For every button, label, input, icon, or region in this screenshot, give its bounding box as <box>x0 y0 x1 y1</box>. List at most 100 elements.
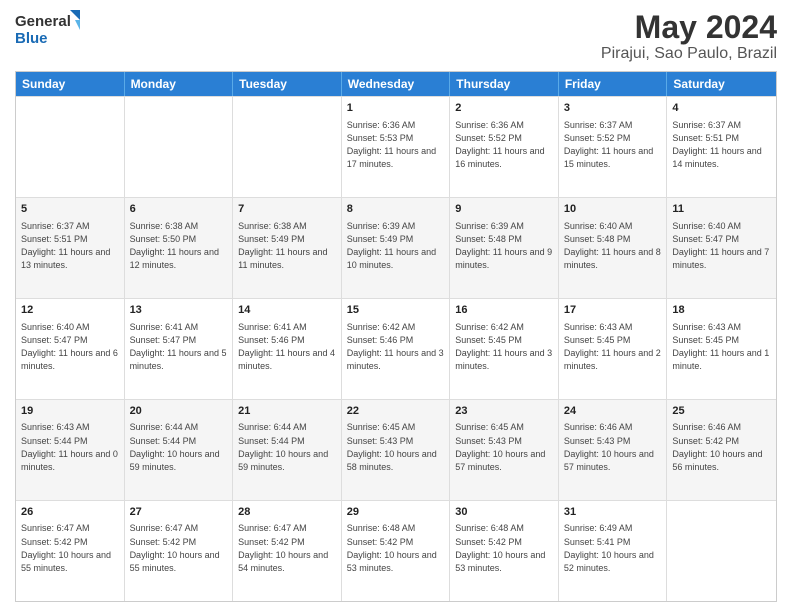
day-info: Sunrise: 6:36 AM Sunset: 5:53 PM Dayligh… <box>347 119 445 171</box>
day-info: Sunrise: 6:38 AM Sunset: 5:49 PM Dayligh… <box>238 220 336 272</box>
calendar-day-cell: 7 Sunrise: 6:38 AM Sunset: 5:49 PM Daylig… <box>233 198 342 298</box>
svg-text:General: General <box>15 13 71 30</box>
cal-row: 5 Sunrise: 6:37 AM Sunset: 5:51 PM Daylig… <box>16 197 776 298</box>
day-info: Sunrise: 6:47 AM Sunset: 5:42 PM Dayligh… <box>130 522 228 574</box>
page: GeneralBlue May 2024 Pirajui, Sao Paulo,… <box>0 0 792 612</box>
day-number: 9 <box>455 202 553 217</box>
day-number: 17 <box>564 303 662 318</box>
cal-header-cell: Wednesday <box>342 72 451 96</box>
day-number: 5 <box>21 202 119 217</box>
calendar-day-cell: 26 Sunrise: 6:47 AM Sunset: 5:42 PM Dayli… <box>16 501 125 601</box>
day-number: 1 <box>347 101 445 116</box>
calendar-day-cell: 10Sunrise: 6:40 AM Sunset: 5:48 PM Dayli… <box>559 198 668 298</box>
empty-cell <box>233 97 342 197</box>
calendar-day-cell: 17Sunrise: 6:43 AM Sunset: 5:45 PM Dayli… <box>559 299 668 399</box>
day-info: Sunrise: 6:40 AM Sunset: 5:48 PM Dayligh… <box>564 220 662 272</box>
day-number: 20 <box>130 404 228 419</box>
cal-row: 19 Sunrise: 6:43 AM Sunset: 5:44 PM Dayli… <box>16 399 776 500</box>
title-block: May 2024 Pirajui, Sao Paulo, Brazil <box>601 10 777 63</box>
day-number: 11 <box>672 202 771 217</box>
day-info: Sunrise: 6:45 AM Sunset: 5:43 PM Dayligh… <box>455 421 553 473</box>
cal-header-cell: Saturday <box>667 72 776 96</box>
day-info: Sunrise: 6:42 AM Sunset: 5:46 PM Dayligh… <box>347 321 445 373</box>
calendar-body: 1 Sunrise: 6:36 AM Sunset: 5:53 PM Daylig… <box>16 96 776 601</box>
calendar-day-cell: 28 Sunrise: 6:47 AM Sunset: 5:42 PM Dayli… <box>233 501 342 601</box>
calendar-day-cell: 25 Sunrise: 6:46 AM Sunset: 5:42 PM Dayli… <box>667 400 776 500</box>
subtitle: Pirajui, Sao Paulo, Brazil <box>601 45 777 63</box>
day-info: Sunrise: 6:44 AM Sunset: 5:44 PM Dayligh… <box>238 421 336 473</box>
day-number: 13 <box>130 303 228 318</box>
day-number: 31 <box>564 505 662 520</box>
calendar: SundayMondayTuesdayWednesdayThursdayFrid… <box>15 71 777 602</box>
day-number: 25 <box>672 404 771 419</box>
day-number: 28 <box>238 505 336 520</box>
day-number: 23 <box>455 404 553 419</box>
calendar-day-cell: 31 Sunrise: 6:49 AM Sunset: 5:41 PM Dayli… <box>559 501 668 601</box>
day-info: Sunrise: 6:37 AM Sunset: 5:52 PM Dayligh… <box>564 119 662 171</box>
calendar-day-cell: 21 Sunrise: 6:44 AM Sunset: 5:44 PM Dayli… <box>233 400 342 500</box>
day-number: 26 <box>21 505 119 520</box>
day-info: Sunrise: 6:36 AM Sunset: 5:52 PM Dayligh… <box>455 119 553 171</box>
svg-text:Blue: Blue <box>15 30 48 46</box>
day-info: Sunrise: 6:37 AM Sunset: 5:51 PM Dayligh… <box>21 220 119 272</box>
day-info: Sunrise: 6:38 AM Sunset: 5:50 PM Dayligh… <box>130 220 228 272</box>
cal-row: 26 Sunrise: 6:47 AM Sunset: 5:42 PM Dayli… <box>16 500 776 601</box>
calendar-day-cell: 13 Sunrise: 6:41 AM Sunset: 5:47 PM Dayli… <box>125 299 234 399</box>
day-number: 22 <box>347 404 445 419</box>
main-title: May 2024 <box>601 10 777 45</box>
empty-cell <box>16 97 125 197</box>
cal-header-cell: Tuesday <box>233 72 342 96</box>
calendar-day-cell: 2Sunrise: 6:36 AM Sunset: 5:52 PM Daylig… <box>450 97 559 197</box>
day-number: 16 <box>455 303 553 318</box>
calendar-day-cell: 16 Sunrise: 6:42 AM Sunset: 5:45 PM Dayli… <box>450 299 559 399</box>
calendar-day-cell: 5 Sunrise: 6:37 AM Sunset: 5:51 PM Daylig… <box>16 198 125 298</box>
calendar-day-cell: 4 Sunrise: 6:37 AM Sunset: 5:51 PM Daylig… <box>667 97 776 197</box>
day-info: Sunrise: 6:47 AM Sunset: 5:42 PM Dayligh… <box>21 522 119 574</box>
day-info: Sunrise: 6:47 AM Sunset: 5:42 PM Dayligh… <box>238 522 336 574</box>
day-number: 12 <box>21 303 119 318</box>
calendar-day-cell: 12 Sunrise: 6:40 AM Sunset: 5:47 PM Dayli… <box>16 299 125 399</box>
calendar-day-cell: 9 Sunrise: 6:39 AM Sunset: 5:48 PM Daylig… <box>450 198 559 298</box>
header: GeneralBlue May 2024 Pirajui, Sao Paulo,… <box>15 10 777 63</box>
day-info: Sunrise: 6:49 AM Sunset: 5:41 PM Dayligh… <box>564 522 662 574</box>
day-info: Sunrise: 6:42 AM Sunset: 5:45 PM Dayligh… <box>455 321 553 373</box>
day-info: Sunrise: 6:40 AM Sunset: 5:47 PM Dayligh… <box>21 321 119 373</box>
cal-row: 1 Sunrise: 6:36 AM Sunset: 5:53 PM Daylig… <box>16 96 776 197</box>
logo-icon: GeneralBlue <box>15 10 85 46</box>
calendar-day-cell: 23 Sunrise: 6:45 AM Sunset: 5:43 PM Dayli… <box>450 400 559 500</box>
day-info: Sunrise: 6:41 AM Sunset: 5:47 PM Dayligh… <box>130 321 228 373</box>
cal-header-cell: Monday <box>125 72 234 96</box>
day-info: Sunrise: 6:41 AM Sunset: 5:46 PM Dayligh… <box>238 321 336 373</box>
day-number: 19 <box>21 404 119 419</box>
day-info: Sunrise: 6:37 AM Sunset: 5:51 PM Dayligh… <box>672 119 771 171</box>
empty-cell <box>667 501 776 601</box>
calendar-day-cell: 8Sunrise: 6:39 AM Sunset: 5:49 PM Daylig… <box>342 198 451 298</box>
day-info: Sunrise: 6:48 AM Sunset: 5:42 PM Dayligh… <box>347 522 445 574</box>
calendar-day-cell: 11 Sunrise: 6:40 AM Sunset: 5:47 PM Dayli… <box>667 198 776 298</box>
day-number: 21 <box>238 404 336 419</box>
logo: GeneralBlue <box>15 10 85 46</box>
day-info: Sunrise: 6:46 AM Sunset: 5:43 PM Dayligh… <box>564 421 662 473</box>
day-number: 7 <box>238 202 336 217</box>
day-info: Sunrise: 6:46 AM Sunset: 5:42 PM Dayligh… <box>672 421 771 473</box>
empty-cell <box>125 97 234 197</box>
day-info: Sunrise: 6:39 AM Sunset: 5:48 PM Dayligh… <box>455 220 553 272</box>
cal-header-cell: Sunday <box>16 72 125 96</box>
day-number: 15 <box>347 303 445 318</box>
calendar-day-cell: 30Sunrise: 6:48 AM Sunset: 5:42 PM Dayli… <box>450 501 559 601</box>
calendar-day-cell: 15 Sunrise: 6:42 AM Sunset: 5:46 PM Dayli… <box>342 299 451 399</box>
day-info: Sunrise: 6:39 AM Sunset: 5:49 PM Dayligh… <box>347 220 445 272</box>
day-info: Sunrise: 6:48 AM Sunset: 5:42 PM Dayligh… <box>455 522 553 574</box>
day-number: 14 <box>238 303 336 318</box>
day-number: 27 <box>130 505 228 520</box>
day-number: 6 <box>130 202 228 217</box>
day-info: Sunrise: 6:40 AM Sunset: 5:47 PM Dayligh… <box>672 220 771 272</box>
cal-header-cell: Thursday <box>450 72 559 96</box>
day-info: Sunrise: 6:43 AM Sunset: 5:44 PM Dayligh… <box>21 421 119 473</box>
day-number: 4 <box>672 101 771 116</box>
calendar-day-cell: 24Sunrise: 6:46 AM Sunset: 5:43 PM Dayli… <box>559 400 668 500</box>
cal-header-cell: Friday <box>559 72 668 96</box>
calendar-day-cell: 22Sunrise: 6:45 AM Sunset: 5:43 PM Dayli… <box>342 400 451 500</box>
calendar-day-cell: 20Sunrise: 6:44 AM Sunset: 5:44 PM Dayli… <box>125 400 234 500</box>
day-number: 29 <box>347 505 445 520</box>
